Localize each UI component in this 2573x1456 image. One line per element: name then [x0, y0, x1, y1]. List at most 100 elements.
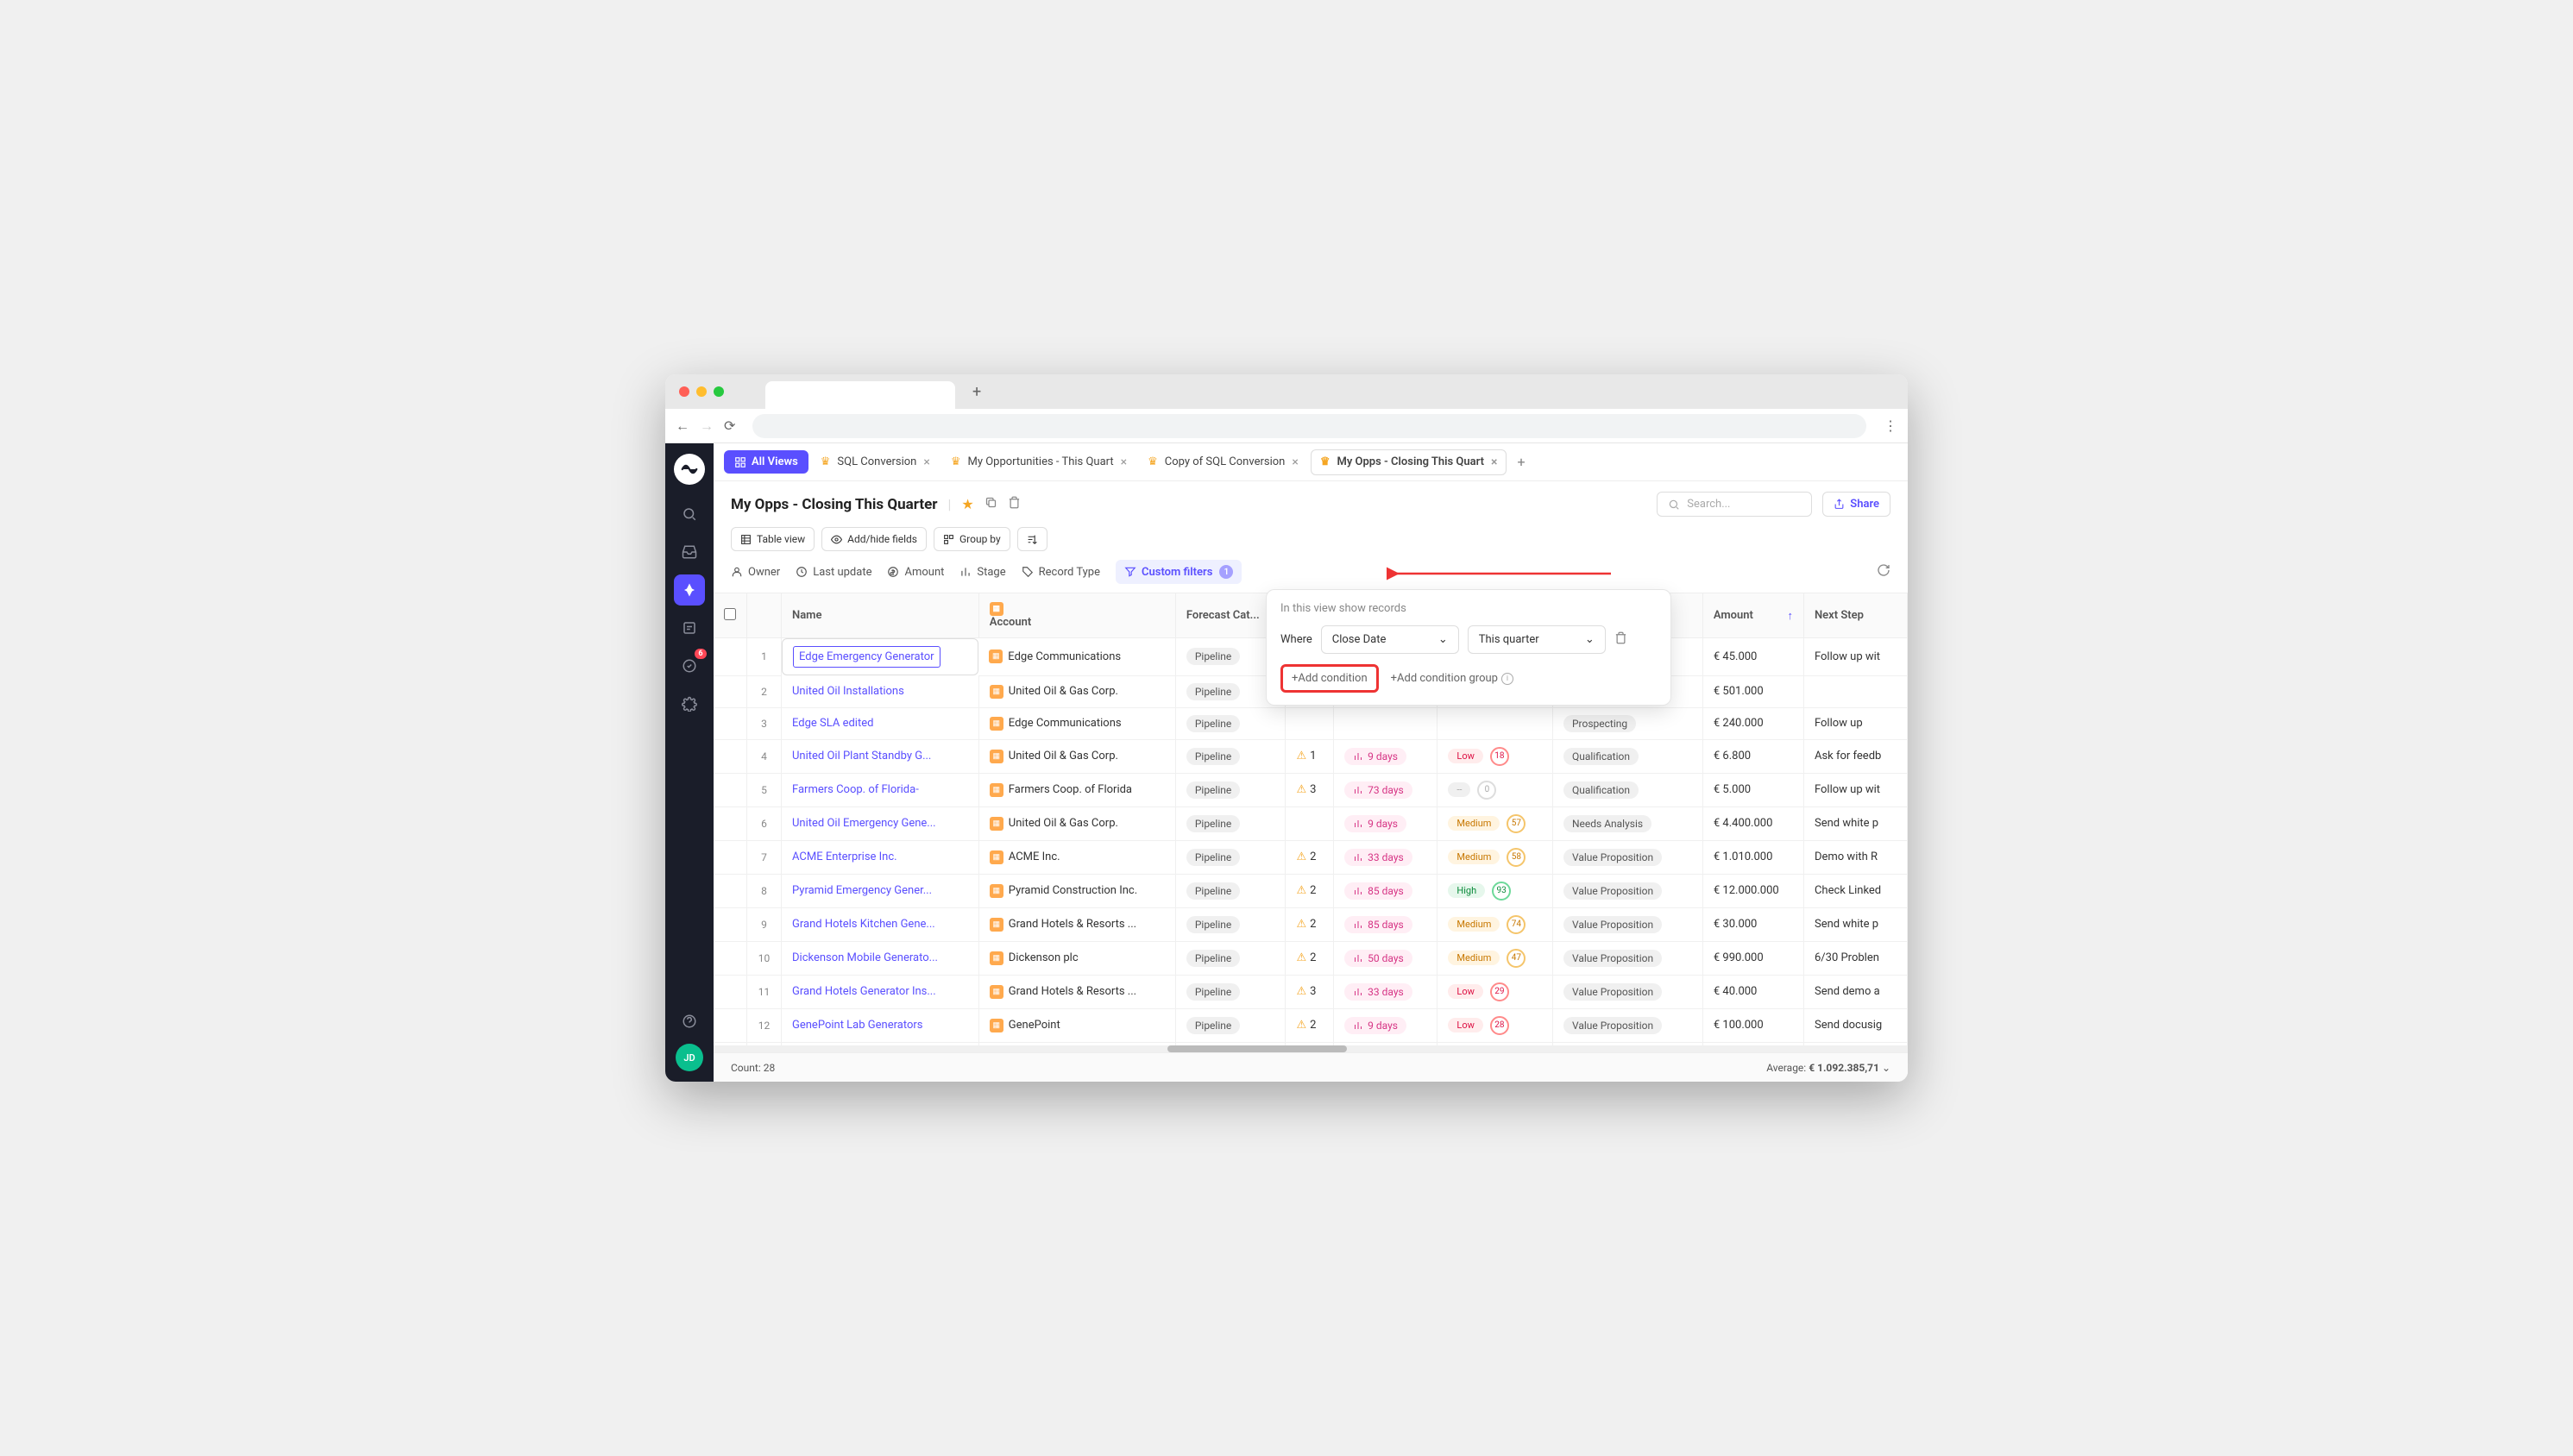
- rocket-icon[interactable]: [674, 574, 705, 606]
- forecast-cell[interactable]: Pipeline: [1175, 806, 1286, 840]
- operator-select[interactable]: This quarter⌄: [1468, 625, 1606, 654]
- table-row[interactable]: 8Pyramid Emergency Gener...▦Pyramid Cons…: [714, 874, 1908, 907]
- table-row[interactable]: 5Farmers Coop. of Florida-▦Farmers Coop.…: [714, 773, 1908, 806]
- stage-cell[interactable]: Value Proposition: [1552, 941, 1702, 975]
- record-type-filter[interactable]: Record Type: [1022, 566, 1100, 579]
- browser-menu-icon[interactable]: ⋮: [1884, 417, 1897, 434]
- name-cell[interactable]: United Oil Emergency Gene...: [782, 806, 979, 840]
- refresh-button[interactable]: [1877, 563, 1890, 581]
- forecast-cell[interactable]: Pipeline: [1175, 840, 1286, 874]
- field-select[interactable]: Close Date⌄: [1321, 625, 1459, 654]
- account-header[interactable]: ▦ Account: [978, 593, 1175, 638]
- table-row[interactable]: 11Grand Hotels Generator Ins...▦Grand Ho…: [714, 975, 1908, 1008]
- name-cell[interactable]: Pyramid Emergency Gener...: [782, 874, 979, 907]
- table-row[interactable]: 6United Oil Emergency Gene...▦United Oil…: [714, 806, 1908, 840]
- help-icon[interactable]: [674, 1006, 705, 1037]
- forecast-cell[interactable]: Pipeline: [1175, 941, 1286, 975]
- owner-filter[interactable]: Owner: [731, 566, 780, 579]
- opportunity-link[interactable]: United Oil Installations: [792, 685, 904, 698]
- name-cell[interactable]: Edge SLA edited: [782, 707, 979, 739]
- opportunity-link[interactable]: Edge Emergency Generator: [793, 646, 940, 668]
- name-header[interactable]: Name: [782, 593, 979, 638]
- all-views-button[interactable]: All Views: [724, 450, 808, 474]
- account-cell[interactable]: ▦Farmers Coop. of Florida: [978, 773, 1175, 806]
- close-tab-icon[interactable]: ×: [1491, 455, 1497, 469]
- reload-button[interactable]: ⟳: [724, 417, 735, 434]
- view-tab[interactable]: ♛My Opps - Closing This Quart×: [1311, 449, 1507, 475]
- add-view-tab-button[interactable]: +: [1510, 450, 1532, 474]
- tasks-icon[interactable]: 6: [674, 650, 705, 681]
- account-cell[interactable]: ▦United Oil & Gas Corp.: [978, 739, 1175, 773]
- app-logo[interactable]: [674, 454, 705, 485]
- account-cell[interactable]: ▦Grand Hotels & Resorts ...: [978, 907, 1175, 941]
- inbox-icon[interactable]: [674, 537, 705, 568]
- name-cell[interactable]: GenePoint Lab Generators: [782, 1008, 979, 1042]
- opportunity-link[interactable]: Pyramid Emergency Gener...: [792, 884, 932, 897]
- scrollbar-thumb[interactable]: [1167, 1045, 1347, 1052]
- add-condition-group-button[interactable]: +Add condition groupi: [1391, 672, 1513, 685]
- last-update-filter[interactable]: Last update: [796, 566, 871, 579]
- stage-cell[interactable]: Prospecting: [1552, 707, 1702, 739]
- amount-header[interactable]: Amount↑: [1702, 593, 1803, 638]
- table-row[interactable]: 3Edge SLA edited▦Edge CommunicationsPipe…: [714, 707, 1908, 739]
- opportunity-link[interactable]: United Oil Plant Standby G...: [792, 750, 931, 763]
- minimize-window-icon[interactable]: [696, 386, 707, 397]
- close-window-icon[interactable]: [679, 386, 689, 397]
- forecast-cell[interactable]: Pipeline: [1175, 907, 1286, 941]
- opportunity-link[interactable]: ACME Enterprise Inc.: [792, 850, 897, 863]
- horizontal-scrollbar[interactable]: [714, 1045, 1908, 1052]
- opportunity-link[interactable]: Grand Hotels Kitchen Gene...: [792, 918, 935, 931]
- close-tab-icon[interactable]: ×: [1121, 455, 1127, 469]
- stage-cell[interactable]: Value Proposition: [1552, 874, 1702, 907]
- account-cell[interactable]: ▦ACME Inc.: [978, 840, 1175, 874]
- close-tab-icon[interactable]: ×: [923, 455, 929, 469]
- account-cell[interactable]: ▦Edge Communications: [978, 638, 1175, 676]
- star-icon[interactable]: ★: [961, 496, 973, 512]
- forecast-cell[interactable]: Pipeline: [1175, 975, 1286, 1008]
- forecast-cell[interactable]: Pipeline: [1175, 739, 1286, 773]
- search-icon[interactable]: [674, 499, 705, 530]
- maximize-window-icon[interactable]: [714, 386, 724, 397]
- back-button[interactable]: ←: [676, 417, 689, 435]
- chevron-down-icon[interactable]: ⌄: [1882, 1062, 1890, 1074]
- opportunity-link[interactable]: Farmers Coop. of Florida-: [792, 783, 919, 796]
- name-cell[interactable]: Edge Emergency Generator: [782, 638, 978, 675]
- opportunity-link[interactable]: Edge SLA edited: [792, 717, 873, 730]
- opportunity-link[interactable]: GenePoint Lab Generators: [792, 1019, 922, 1032]
- stage-cell[interactable]: Value Proposition: [1552, 907, 1702, 941]
- delete-condition-button[interactable]: [1614, 631, 1627, 648]
- sort-button[interactable]: [1017, 527, 1047, 551]
- share-button[interactable]: Share: [1822, 492, 1890, 517]
- group-by-button[interactable]: Group by: [934, 527, 1010, 551]
- add-hide-fields-button[interactable]: Add/hide fields: [821, 527, 927, 551]
- table-row[interactable]: 10Dickenson Mobile Generato...▦Dickenson…: [714, 941, 1908, 975]
- account-cell[interactable]: ▦GenePoint: [978, 1008, 1175, 1042]
- forecast-cell[interactable]: Pipeline: [1175, 773, 1286, 806]
- close-tab-icon[interactable]: ×: [1292, 455, 1298, 469]
- view-tab[interactable]: ♛Copy of SQL Conversion×: [1139, 449, 1307, 475]
- name-cell[interactable]: United Oil Installations: [782, 675, 979, 707]
- name-cell[interactable]: Grand Hotels Kitchen Gene...: [782, 907, 979, 941]
- url-input[interactable]: [752, 414, 1866, 438]
- table-row[interactable]: 4United Oil Plant Standby G...▦United Oi…: [714, 739, 1908, 773]
- select-all-checkbox[interactable]: [724, 608, 736, 620]
- account-cell[interactable]: ▦Edge Communications: [978, 707, 1175, 739]
- nextstep-header[interactable]: Next Step: [1803, 593, 1907, 638]
- forecast-cell[interactable]: Pipeline: [1175, 874, 1286, 907]
- account-cell[interactable]: ▦Grand Hotels & Resorts ...: [978, 975, 1175, 1008]
- browser-tab[interactable]: [765, 381, 955, 409]
- view-tab[interactable]: ♛My Opportunities - This Quart×: [942, 449, 1136, 475]
- table-view-button[interactable]: Table view: [731, 527, 815, 551]
- new-browser-tab-button[interactable]: +: [972, 383, 981, 401]
- name-cell[interactable]: Farmers Coop. of Florida-: [782, 773, 979, 806]
- name-cell[interactable]: United Oil Plant Standby G...: [782, 739, 979, 773]
- account-cell[interactable]: ▦United Oil & Gas Corp.: [978, 806, 1175, 840]
- opportunity-link[interactable]: United Oil Emergency Gene...: [792, 817, 936, 830]
- view-tab[interactable]: ♛SQL Conversion×: [812, 449, 939, 475]
- note-icon[interactable]: [674, 612, 705, 643]
- select-all-header[interactable]: [714, 593, 747, 638]
- user-avatar[interactable]: JD: [676, 1044, 703, 1071]
- name-cell[interactable]: ACME Enterprise Inc.: [782, 840, 979, 874]
- account-cell[interactable]: ▦United Oil & Gas Corp.: [978, 675, 1175, 707]
- forecast-cell[interactable]: Pipeline: [1175, 1008, 1286, 1042]
